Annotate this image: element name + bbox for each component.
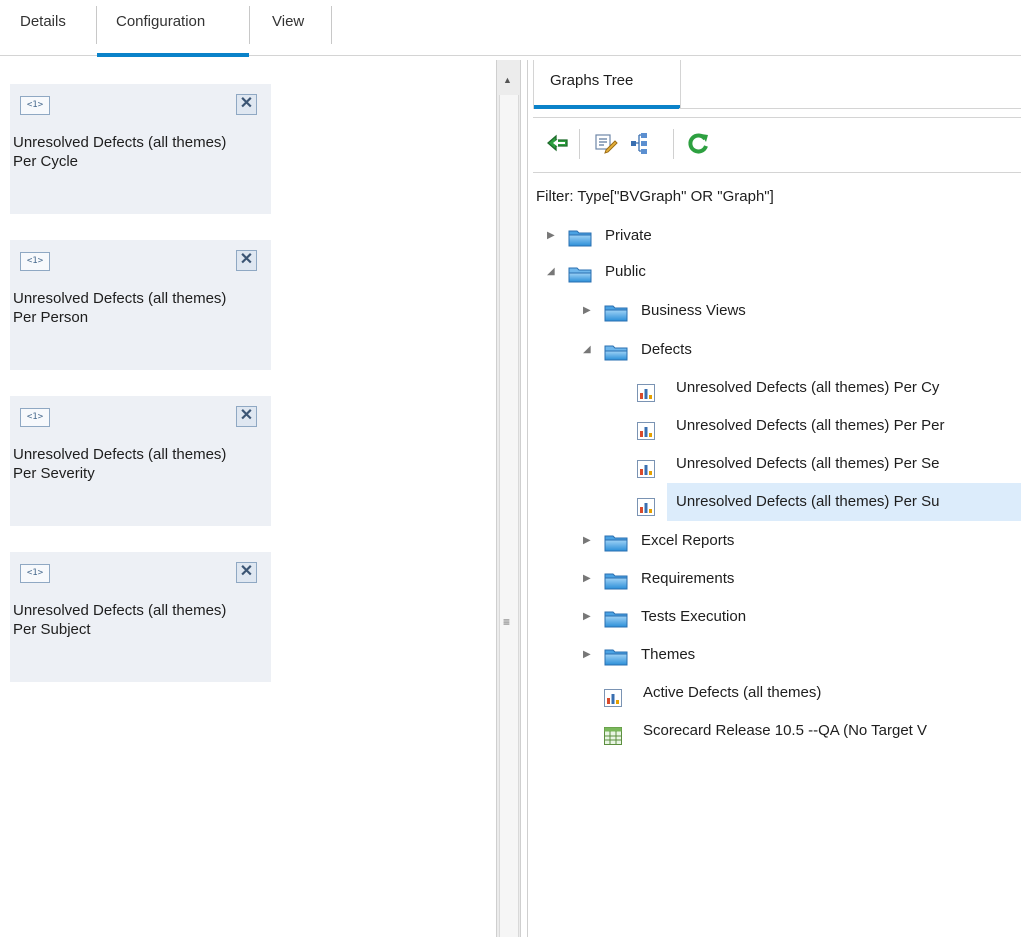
bar-chart-icon	[637, 455, 655, 478]
tree-node-scorecard[interactable]: Scorecard Release 10.5 --QA (No Target V	[0, 712, 1021, 750]
refresh-icon[interactable]	[685, 130, 711, 156]
expand-arrow-icon[interactable]: ▶	[547, 217, 559, 255]
folder-icon	[604, 644, 628, 666]
bar-chart-icon	[637, 379, 655, 402]
graph-card-title: Unresolved Defects (all themes) Per Cycl…	[13, 134, 227, 170]
tab-configuration-label: Configuration	[116, 13, 206, 30]
tab-configuration[interactable]: Configuration	[97, 8, 249, 57]
tree-node-label: Themes	[641, 646, 696, 663]
tab-details[interactable]: Details	[20, 8, 90, 54]
folder-icon	[604, 300, 628, 322]
folder-icon	[604, 568, 628, 590]
scroll-up-arrow-icon[interactable]: ▲	[503, 75, 512, 85]
tree-node-label: Tests Execution	[641, 608, 747, 625]
tree-node-label: Unresolved Defects (all themes) Per Per	[676, 417, 945, 434]
folder-icon	[604, 530, 628, 552]
tree-node-chart[interactable]: Unresolved Defects (all themes) Per Se	[0, 445, 1021, 483]
top-tab-bar: Details Configuration View	[0, 0, 1021, 57]
tree-node-label: Defects	[641, 341, 692, 358]
tree-node-label: Unresolved Defects (all themes) Per Su	[676, 493, 940, 510]
collapse-arrow-icon[interactable]: ◢	[583, 331, 595, 369]
tree-node-folder[interactable]: ▶ Themes	[0, 636, 1021, 674]
tree-node-chart[interactable]: Unresolved Defects (all themes) Per Per	[0, 407, 1021, 445]
tree-node-chart[interactable]: Active Defects (all themes)	[0, 674, 1021, 712]
tab-divider	[679, 108, 1021, 109]
tree-node-chart[interactable]: Unresolved Defects (all themes) Per Su	[637, 483, 1021, 521]
tree-layout-icon[interactable]	[628, 130, 654, 156]
panel-splitter[interactable]: ▲ ≡	[496, 60, 521, 937]
tree-node-label: Requirements	[641, 570, 735, 587]
expand-arrow-icon[interactable]: ▶	[583, 522, 595, 560]
tab-separator	[331, 6, 332, 44]
tree-node-folder[interactable]: ▶ Requirements	[0, 560, 1021, 598]
tree-node-label: Public	[605, 263, 646, 280]
bar-chart-icon	[604, 684, 622, 707]
toolbar-separator	[673, 129, 674, 159]
expand-arrow-icon[interactable]: ▶	[583, 292, 595, 330]
tab-view[interactable]: View	[250, 8, 330, 54]
toolbar-separator	[579, 129, 580, 159]
back-icon[interactable]	[545, 130, 571, 156]
tree-node-chart[interactable]: Unresolved Defects (all themes) Per Cy	[0, 369, 1021, 407]
expand-arrow-icon[interactable]: ▶	[583, 636, 595, 674]
active-tab-indicator	[534, 105, 680, 109]
expand-arrow-icon[interactable]: ▶	[583, 560, 595, 598]
bar-chart-icon	[637, 493, 655, 516]
expand-arrow-icon[interactable]: ▶	[583, 598, 595, 636]
tab-graphs-tree[interactable]: Graphs Tree	[533, 60, 681, 109]
open-folder-icon	[604, 339, 628, 361]
tree-node-folder[interactable]: ◢ Defects	[0, 331, 1021, 369]
panel-border	[527, 60, 528, 937]
graph-tag-icon[interactable]: <1>	[20, 96, 50, 115]
bar-chart-icon	[637, 417, 655, 440]
tab-details-label: Details	[20, 13, 66, 30]
tree-node-folder[interactable]: ▶ Business Views	[0, 292, 1021, 330]
tree-toolbar	[533, 117, 1021, 173]
folder-icon	[604, 606, 628, 628]
tab-graphs-tree-label: Graphs Tree	[550, 72, 634, 89]
tree-node-label: Unresolved Defects (all themes) Per Cy	[676, 379, 940, 396]
scorecard-icon	[604, 722, 622, 745]
graph-card[interactable]: <1> ✕ Unresolved Defects (all themes) Pe…	[10, 84, 271, 214]
tree-node-label: Business Views	[641, 302, 746, 319]
tree-node-folder[interactable]: ▶ Tests Execution	[0, 598, 1021, 636]
tab-view-label: View	[272, 13, 305, 30]
tree-node-label: Unresolved Defects (all themes) Per Se	[676, 455, 940, 472]
close-icon[interactable]: ✕	[236, 94, 257, 115]
filter-label: Filter: Type["BVGraph" OR "Graph"]	[536, 188, 774, 205]
active-tab-indicator	[97, 53, 249, 57]
open-folder-icon	[568, 261, 592, 283]
tree-node-label: Excel Reports	[641, 532, 735, 549]
edit-icon[interactable]	[593, 130, 619, 156]
tree-node-label: Scorecard Release 10.5 --QA (No Target V	[643, 722, 928, 739]
collapse-arrow-icon[interactable]: ◢	[547, 253, 559, 291]
tree-node-folder[interactable]: ▶ Excel Reports	[0, 522, 1021, 560]
tree-node-folder[interactable]: ▶ Private	[0, 217, 1021, 255]
folder-icon	[568, 225, 592, 247]
tree-node-folder[interactable]: ◢ Public	[0, 253, 1021, 291]
tree-node-label: Private	[605, 227, 652, 244]
tree-node-label: Active Defects (all themes)	[643, 684, 822, 701]
